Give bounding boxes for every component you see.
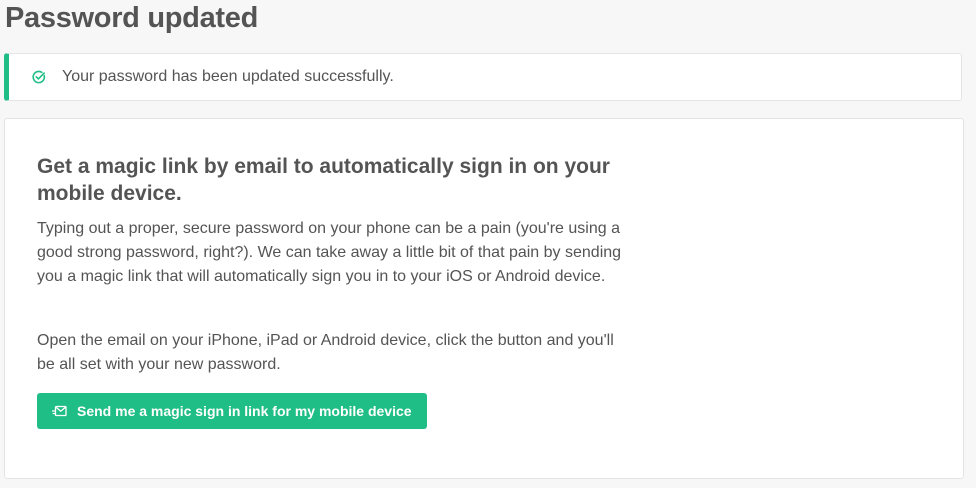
magic-link-instructions: Open the email on your iPhone, iPad or A… [37,332,614,373]
alert-message: Your password has been updated successfu… [62,68,394,85]
magic-link-heading: Get a magic link by email to automatical… [37,155,610,205]
success-alert: Your password has been updated successfu… [4,53,962,101]
magic-link-description: Typing out a proper, secure password on … [37,220,622,285]
send-magic-link-button[interactable]: Send me a magic sign in link for my mobi… [37,393,427,429]
send-email-icon [52,405,67,418]
magic-link-card: Get a magic link by email to automatical… [4,118,964,479]
page-title: Password updated [5,2,259,34]
check-circle-icon [32,70,46,84]
send-magic-link-label: Send me a magic sign in link for my mobi… [77,403,412,419]
